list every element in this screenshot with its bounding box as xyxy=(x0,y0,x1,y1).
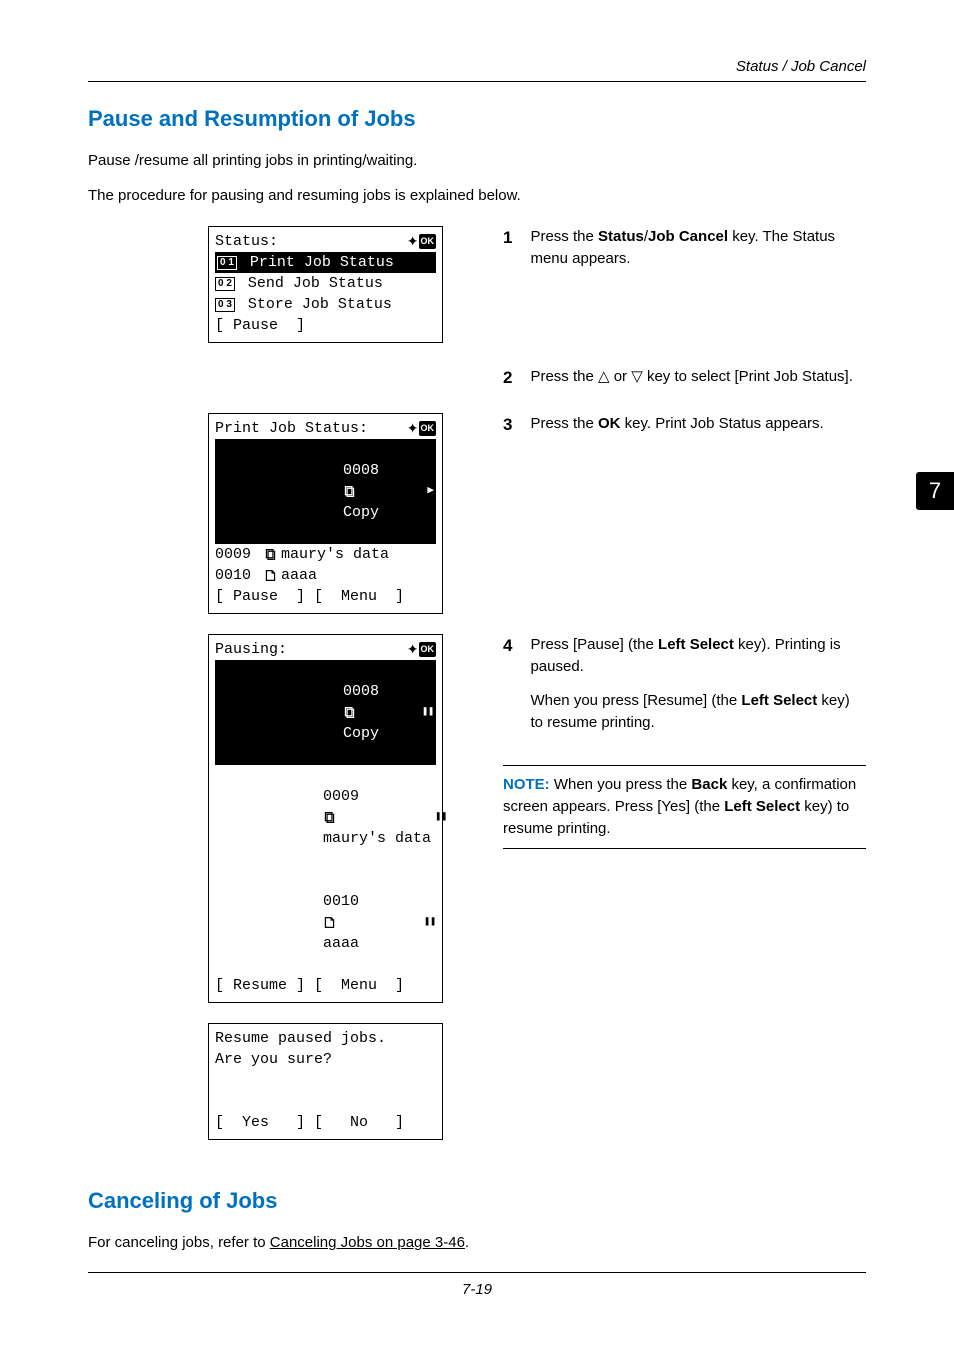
section-title-pause-resume: Pause and Resumption of Jobs xyxy=(88,106,866,132)
chapter-tab: 7 xyxy=(916,472,954,510)
lcd-print-job-status: Print Job Status: ✦OK 0008 Copy ▶ xyxy=(208,413,443,614)
lcd1-row3: Store Job Status xyxy=(239,294,392,315)
section-title-canceling: Canceling of Jobs xyxy=(88,1188,866,1214)
num-icon: 0 1 xyxy=(217,256,237,270)
lcd-status-menu: Status: ✦OK 0 1 Print Job Status 0 2 Sen… xyxy=(208,226,443,343)
up-triangle-icon: △ xyxy=(598,368,610,385)
step-2: 2 Press the △ or ▽ key to select [Print … xyxy=(503,366,866,400)
copy-icon xyxy=(343,485,356,498)
lcd2-footer: [ Pause ] [ Menu ] xyxy=(215,586,404,607)
page-header: Status / Job Cancel xyxy=(88,58,866,82)
nav-ok-icon: ✦OK xyxy=(407,419,436,439)
pause-icon: ❚❚ xyxy=(424,916,436,930)
page-number: 7-19 xyxy=(462,1281,492,1298)
num-icon: 0 3 xyxy=(215,298,235,312)
document-icon xyxy=(323,916,336,929)
lcd4-footer: [ Yes ] [ No ] xyxy=(215,1112,404,1133)
progress-icon: ▶ xyxy=(427,484,434,499)
page-footer: 7-19 xyxy=(88,1272,866,1298)
cross-ref-link[interactable]: Canceling Jobs on page 3-46 xyxy=(270,1234,465,1251)
lcd3-title: Pausing: xyxy=(215,639,287,660)
lcd-resume-confirm: Resume paused jobs. Are you sure? [ Yes … xyxy=(208,1023,443,1140)
lcd2-title: Print Job Status: xyxy=(215,418,368,439)
num-icon: 0 2 xyxy=(215,277,235,291)
document-icon xyxy=(264,569,277,582)
note-box: NOTE: When you press the Back key, a con… xyxy=(503,765,866,848)
lcd4-line1: Resume paused jobs. xyxy=(215,1028,386,1049)
lcd1-row2: Send Job Status xyxy=(239,273,383,294)
lcd1-footer: [ Pause ] xyxy=(215,315,305,336)
intro-text-2: The procedure for pausing and resuming j… xyxy=(88,185,866,206)
step-1: 1 Press the Status/Job Cancel key. The S… xyxy=(503,226,866,282)
lcd1-title: Status: xyxy=(215,231,278,252)
copy-icon xyxy=(343,706,356,719)
nav-ok-icon: ✦OK xyxy=(407,640,436,660)
canceling-text: For canceling jobs, refer to Canceling J… xyxy=(88,1232,866,1253)
lcd4-line2: Are you sure? xyxy=(215,1049,332,1070)
copy-icon xyxy=(323,811,336,824)
step-3: 3 Press the OK key. Print Job Status app… xyxy=(503,413,866,447)
lcd1-row1: Print Job Status xyxy=(241,252,394,273)
lcd3-footer: [ Resume ] [ Menu ] xyxy=(215,975,404,996)
pause-icon: ❚❚ xyxy=(435,811,447,825)
down-triangle-icon: ▽ xyxy=(631,368,643,385)
pause-icon: ❚❚ xyxy=(422,706,434,720)
intro-text-1: Pause /resume all printing jobs in print… xyxy=(88,150,866,171)
nav-ok-icon: ✦OK xyxy=(407,232,436,252)
step-4: 4 Press [Pause] (the Left Select key). P… xyxy=(503,634,866,745)
lcd-pausing: Pausing: ✦OK 0008 Copy ❚❚ xyxy=(208,634,443,1003)
copy-icon xyxy=(264,548,277,561)
header-section-title: Status / Job Cancel xyxy=(736,58,866,75)
note-label: NOTE: xyxy=(503,776,550,793)
